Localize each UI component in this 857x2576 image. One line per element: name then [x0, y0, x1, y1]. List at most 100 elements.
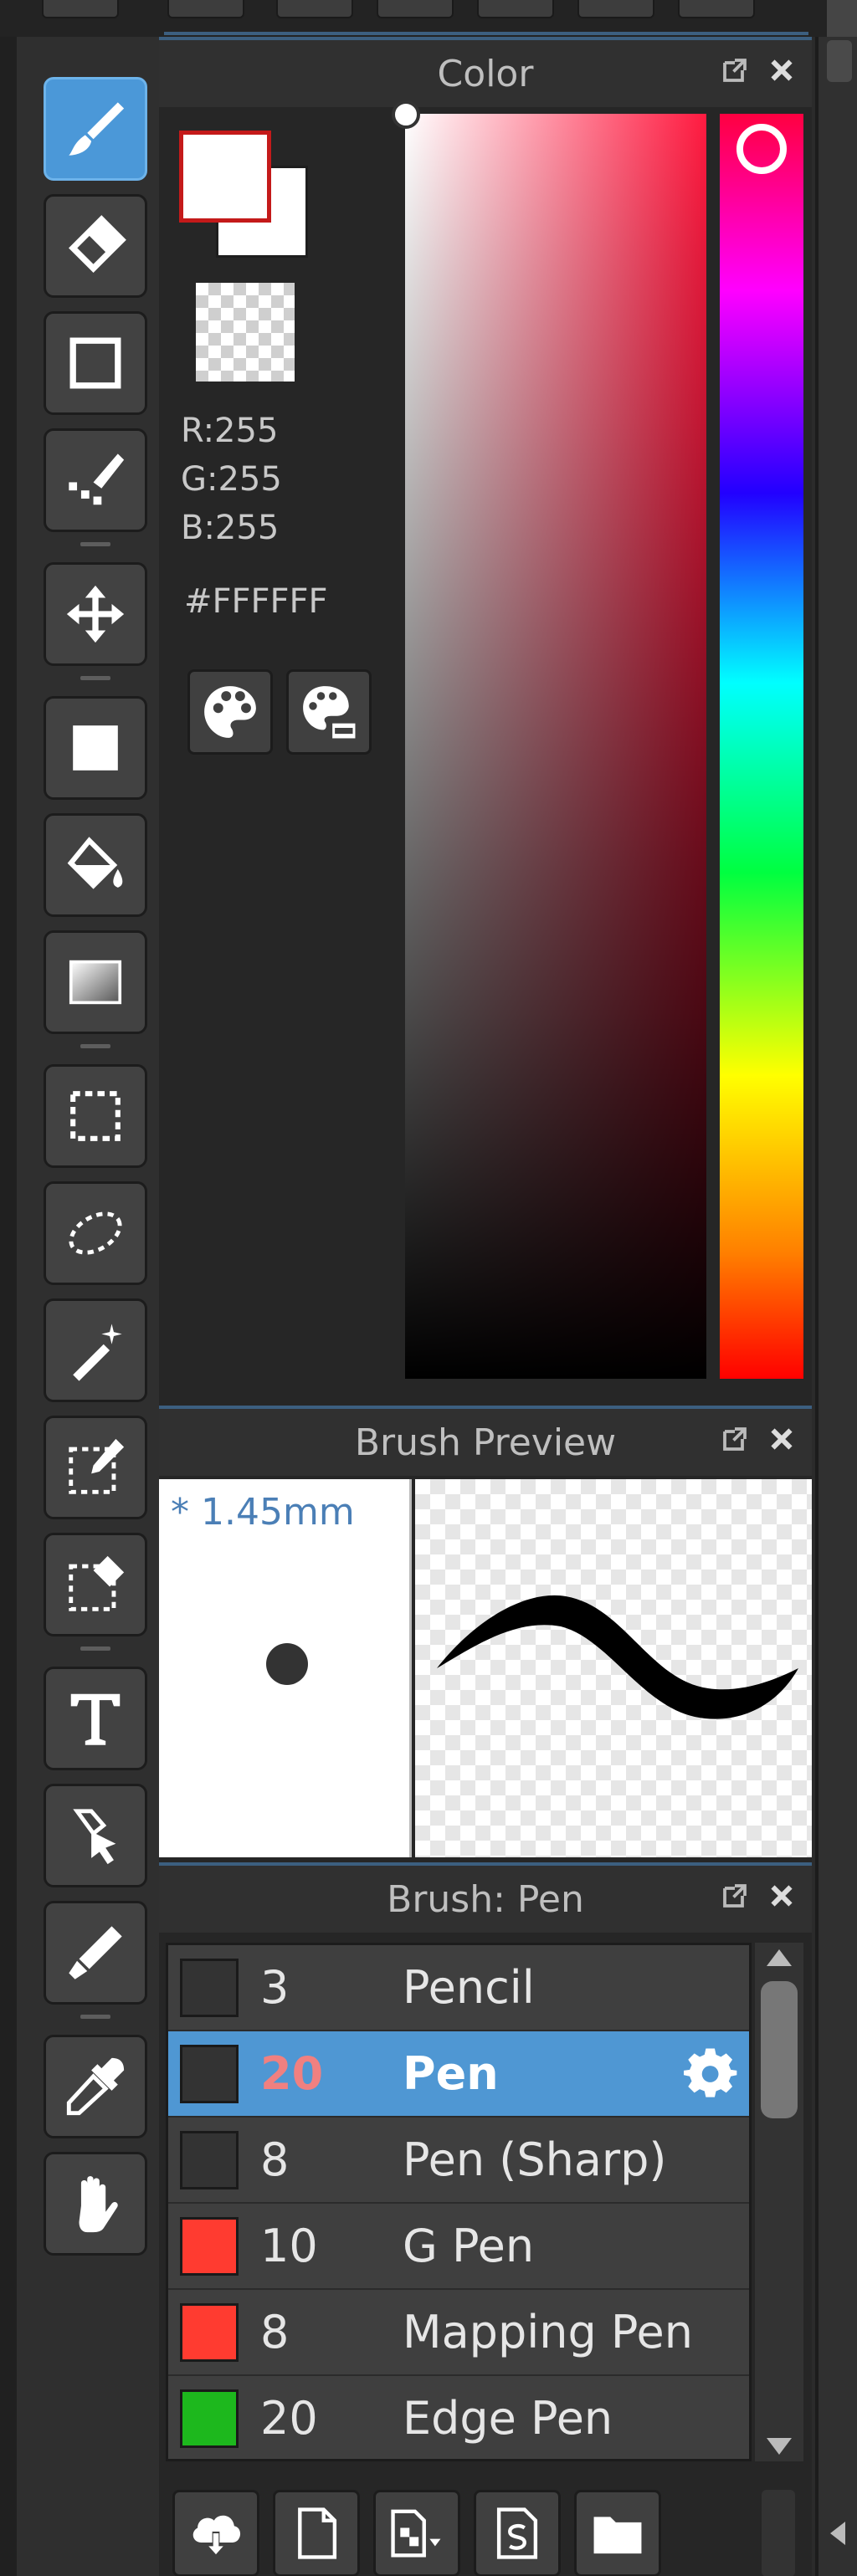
- top-tool-button[interactable]: [477, 0, 554, 18]
- scroll-down-arrow-icon[interactable]: [767, 2438, 792, 2455]
- object-select-arrow-icon: [73, 1809, 116, 1865]
- text-tool[interactable]: [44, 1667, 147, 1770]
- toolbar-separator: [80, 676, 110, 680]
- brush-icon: [69, 102, 125, 156]
- eyedropper-icon: [66, 2057, 125, 2116]
- hand-tool[interactable]: [44, 2152, 147, 2256]
- open-folder-button[interactable]: [574, 2490, 661, 2576]
- panel-title: Brush Preview: [354, 1421, 617, 1464]
- script-file-icon: [496, 2507, 538, 2559]
- paint-bucket-icon: [67, 837, 123, 889]
- color-palette-button[interactable]: [187, 669, 273, 755]
- rectangle-shape-icon: [69, 337, 121, 389]
- sv-picker-cursor[interactable]: [392, 100, 420, 129]
- brush-name: Mapping Pen: [403, 2306, 693, 2358]
- close-icon[interactable]: [767, 1424, 797, 1454]
- fill-tool[interactable]: [44, 696, 147, 800]
- magic-wand-icon: [73, 1324, 122, 1381]
- eyedropper-tool[interactable]: [44, 2035, 147, 2138]
- cloud-download-icon: [192, 2515, 241, 2556]
- brush-row-pencil[interactable]: 3 Pencil: [168, 1945, 749, 2031]
- toolbar-edge: [0, 37, 17, 2576]
- filled-square-icon: [73, 725, 118, 771]
- gear-icon[interactable]: [684, 2046, 739, 2102]
- new-brush-button[interactable]: [273, 2490, 360, 2576]
- brush-tool[interactable]: [44, 77, 147, 181]
- select-pen-icon: [69, 1438, 125, 1494]
- brush-size: 8: [260, 2306, 290, 2358]
- operation-tool[interactable]: [44, 1784, 147, 1887]
- popout-icon[interactable]: [720, 1424, 750, 1454]
- brush-row-edge-pen[interactable]: 20 Edge Pen: [168, 2376, 749, 2459]
- scroll-thumb[interactable]: [761, 1981, 798, 2118]
- brush-list-scrollbar[interactable]: [755, 1943, 803, 2461]
- brush-size-dot: [266, 1643, 308, 1685]
- eraser-tool[interactable]: [44, 194, 147, 298]
- shape-tool[interactable]: [44, 311, 147, 415]
- lasso-select-tool[interactable]: [44, 1181, 147, 1285]
- bucket-tool[interactable]: [44, 813, 147, 917]
- brush-row-pen-sharp[interactable]: 8 Pen (Sharp): [168, 2118, 749, 2204]
- blur-tool[interactable]: [44, 1901, 147, 2005]
- top-tool-button[interactable]: [42, 0, 119, 18]
- gradient-icon: [69, 960, 122, 1005]
- magic-wand-tool[interactable]: [44, 1298, 147, 1402]
- brush-name: G Pen: [403, 2220, 535, 2272]
- gradient-tool[interactable]: [44, 930, 147, 1034]
- brush-color-swatch: [180, 2044, 239, 2103]
- correction-tool[interactable]: [44, 428, 147, 532]
- brush-name: Edge Pen: [403, 2392, 613, 2445]
- line-correction-icon: [69, 453, 125, 505]
- rect-select-tool[interactable]: [44, 1064, 147, 1168]
- top-tool-button[interactable]: [577, 0, 654, 18]
- brush-row-pen[interactable]: 20 Pen: [168, 2031, 749, 2118]
- popout-icon[interactable]: [720, 55, 750, 85]
- brush-preview-header: Brush Preview: [159, 1409, 812, 1476]
- top-tool-button[interactable]: [377, 0, 454, 18]
- brush-script-button[interactable]: [474, 2490, 561, 2576]
- select-eraser-tool[interactable]: [44, 1533, 147, 1636]
- brush-name: Pencil: [403, 1961, 535, 2014]
- color-panel-header: Color: [159, 40, 812, 107]
- close-icon[interactable]: [767, 55, 797, 85]
- hue-slider-handle[interactable]: [736, 124, 787, 174]
- toolbar-separator: [80, 2015, 110, 2019]
- top-tool-button[interactable]: [678, 0, 755, 18]
- toolbar-separator: [80, 542, 110, 546]
- brush-row-mapping-pen[interactable]: 8 Mapping Pen: [168, 2290, 749, 2376]
- hand-icon: [79, 2176, 118, 2233]
- popout-icon[interactable]: [720, 1881, 750, 1911]
- scroll-up-arrow-icon[interactable]: [767, 1949, 792, 1966]
- color-set-button[interactable]: [286, 669, 372, 755]
- brush-size-label: * 1.45mm: [171, 1491, 355, 1534]
- panel-title: Brush: Pen: [387, 1877, 584, 1921]
- brush-row-g-pen[interactable]: 10 G Pen: [168, 2204, 749, 2290]
- brush-size-preview: * 1.45mm: [159, 1479, 412, 1857]
- close-icon[interactable]: [767, 1881, 797, 1911]
- saturation-value-picker[interactable]: [405, 114, 706, 1379]
- stroke-sample-icon: [437, 1595, 798, 1719]
- transparent-color-swatch[interactable]: [196, 283, 295, 382]
- panel-accent-line: [164, 32, 808, 35]
- dock-edge-cap: [827, 40, 852, 82]
- top-tool-button[interactable]: [167, 0, 244, 18]
- move-tool[interactable]: [44, 562, 147, 666]
- red-value: R:255: [181, 412, 279, 450]
- top-tool-button[interactable]: [276, 0, 353, 18]
- blue-value: B:255: [181, 509, 280, 547]
- download-brush-button[interactable]: [172, 2490, 259, 2576]
- blend-tool-icon: [69, 1926, 122, 1979]
- duplicate-brush-button[interactable]: [373, 2490, 460, 2576]
- move-arrows-icon: [66, 585, 125, 643]
- hue-slider[interactable]: [720, 114, 803, 1379]
- panel-title: Color: [437, 52, 534, 95]
- lasso-icon: [69, 1211, 122, 1255]
- new-file-icon: [298, 2507, 337, 2559]
- collapse-arrow-icon[interactable]: [830, 2522, 845, 2545]
- toolbar-separator: [80, 1044, 110, 1048]
- brush-color-swatch: [180, 1958, 239, 2017]
- brush-size: 20: [260, 2047, 324, 2100]
- foreground-color-swatch[interactable]: [179, 131, 271, 223]
- select-pen-tool[interactable]: [44, 1416, 147, 1519]
- green-value: G:255: [181, 460, 282, 499]
